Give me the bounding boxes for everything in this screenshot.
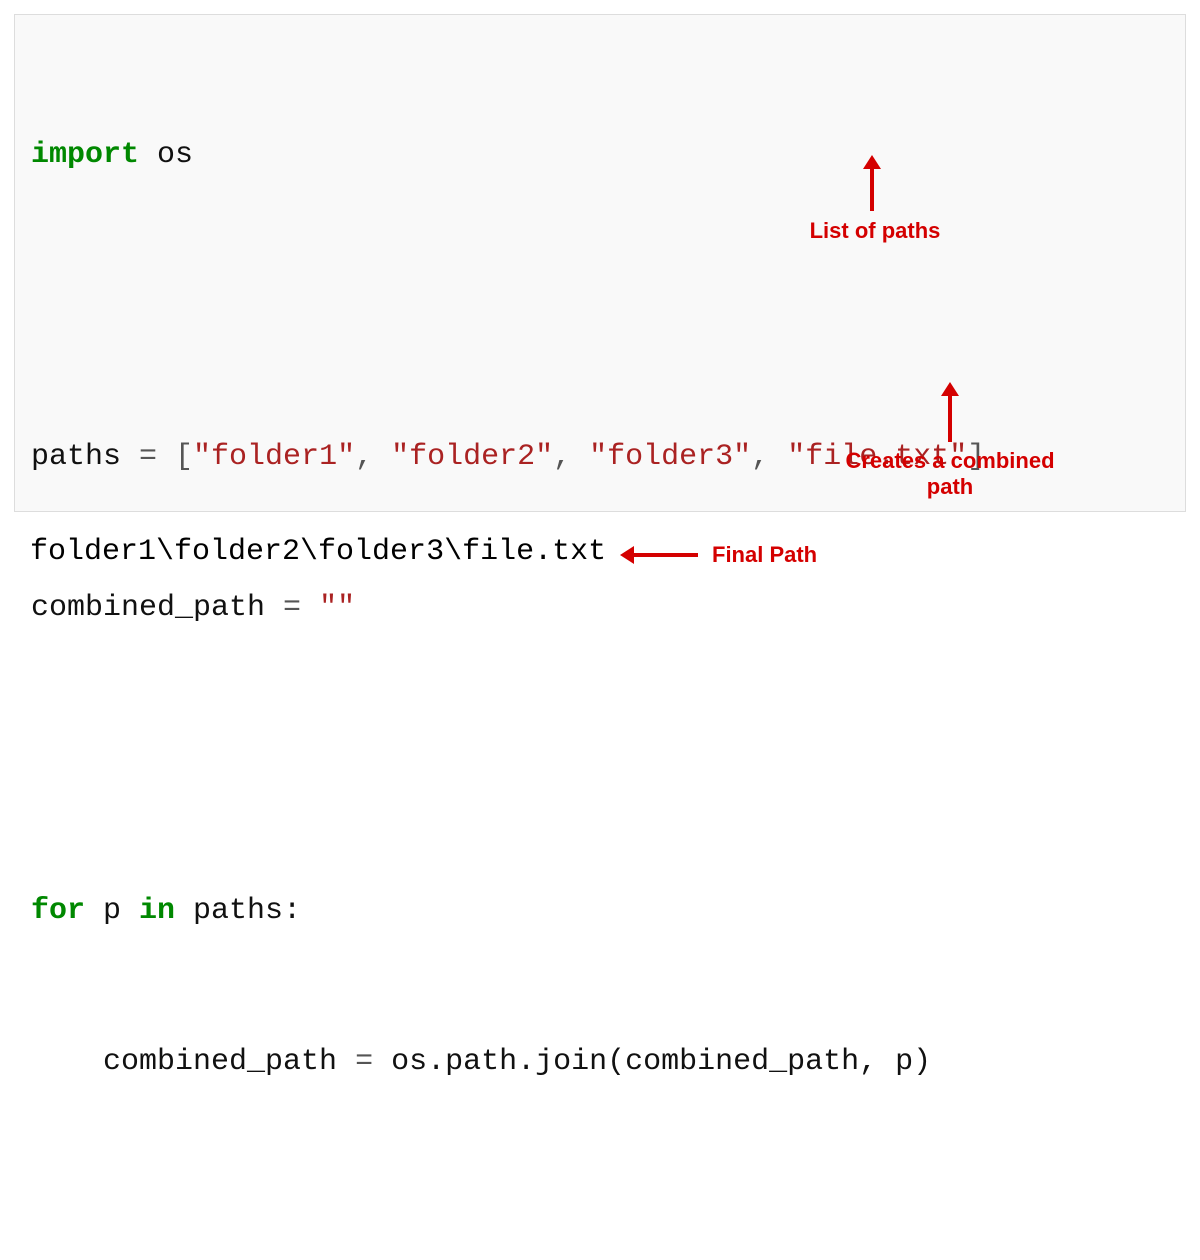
module-os: os — [139, 138, 193, 172]
annotation-list-of-paths: List of paths — [800, 218, 950, 244]
annotation-final-path: Final Path — [712, 542, 817, 568]
bracket-open: [ — [175, 440, 193, 474]
code-block: import os paths = ["folder1", "folder2",… — [14, 14, 1186, 512]
arrow-up-icon — [941, 382, 959, 442]
keyword-in: in — [139, 894, 175, 928]
str-folder3: "folder3" — [589, 440, 751, 474]
var-combined: combined_path — [31, 591, 265, 625]
annotation-creates-combined: Creates a combined path — [840, 448, 1060, 501]
code-line-7: combined_path = os.path.join(combined_pa… — [31, 1037, 1169, 1087]
code-line-blank-3 — [31, 1188, 1169, 1238]
code-line-blank-1 — [31, 281, 1169, 331]
keyword-for: for — [31, 894, 85, 928]
var-paths: paths — [31, 440, 121, 474]
arrow-left-icon — [620, 546, 698, 564]
output-text: folder1\folder2\folder3\file.txt — [30, 535, 606, 569]
str-folder1: "folder1" — [193, 440, 355, 474]
op-eq: = — [121, 440, 175, 474]
code-line-6: for p in paths: — [31, 886, 1169, 936]
code-line-1: import os — [31, 130, 1169, 180]
str-empty: "" — [319, 591, 355, 625]
code-line-4: combined_path = "" — [31, 583, 1169, 633]
code-line-blank-2 — [31, 734, 1169, 784]
call-join: os.path.join(combined_path, p) — [391, 1045, 931, 1079]
keyword-import: import — [31, 138, 139, 172]
arrow-up-icon — [863, 155, 881, 211]
str-folder2: "folder2" — [391, 440, 553, 474]
